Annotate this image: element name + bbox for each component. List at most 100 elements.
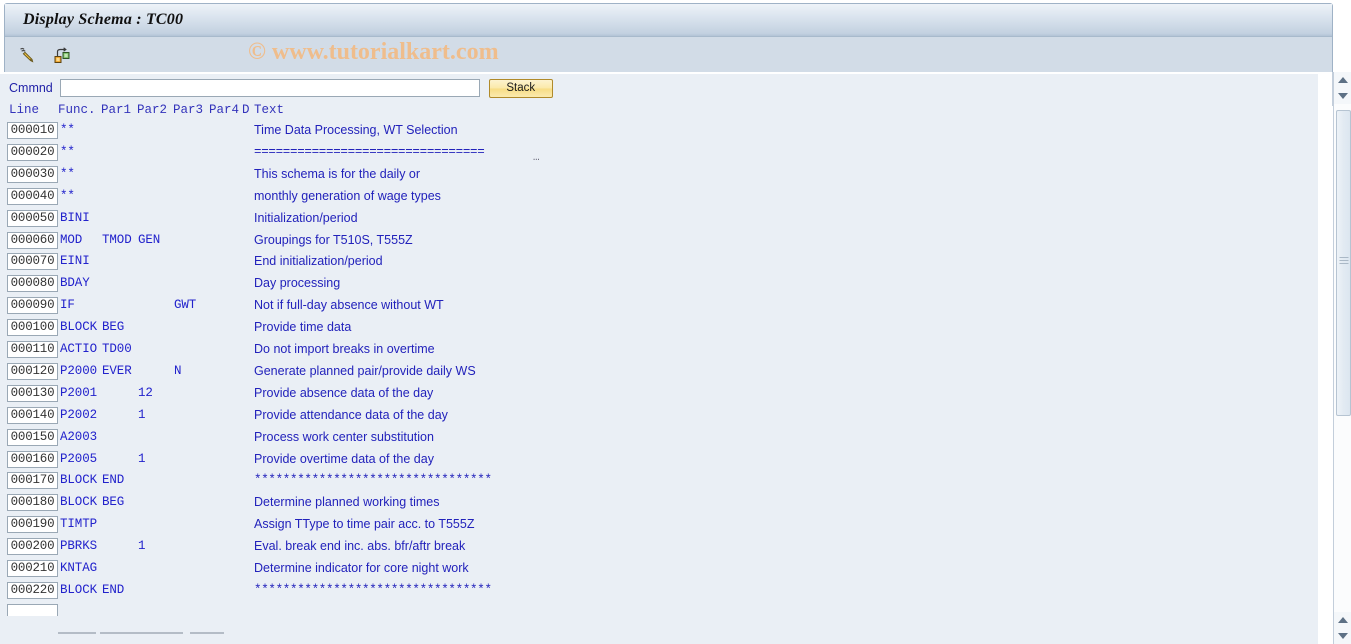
- bottom-widget-edge-1: [58, 632, 96, 634]
- stack-button[interactable]: Stack: [488, 78, 553, 98]
- line-number-field[interactable]: 000150: [7, 428, 58, 446]
- text-cell: Generate planned pair/provide daily WS: [254, 363, 476, 378]
- func-cell[interactable]: BDAY: [60, 276, 90, 290]
- table-row[interactable]: 000090 IF GWT Not if full-day absence witho…: [0, 296, 1318, 318]
- func-cell[interactable]: A2003: [60, 430, 97, 444]
- column-header-d: D: [242, 103, 250, 117]
- line-number-field[interactable]: 000160: [7, 450, 58, 468]
- text-cell: Time Data Processing, WT Selection: [254, 123, 458, 137]
- line-number-field[interactable]: 000140: [7, 406, 58, 424]
- table-row[interactable]: 000130 P2001 12 Provide absence data of the…: [0, 384, 1318, 406]
- par1-cell[interactable]: BEG: [102, 495, 124, 509]
- bottom-widget-edge-3: [190, 632, 224, 634]
- command-input[interactable]: [59, 79, 480, 97]
- func-cell[interactable]: BLOCK: [60, 583, 97, 597]
- par2-cell[interactable]: 12: [138, 386, 153, 400]
- func-cell[interactable]: P2000: [60, 364, 97, 378]
- line-number-field[interactable]: 000210: [7, 560, 58, 577]
- table-row[interactable]: 000030 ** This schema is for the daily or: [0, 165, 1318, 187]
- func-cell[interactable]: **: [60, 167, 75, 181]
- line-number-field[interactable]: 000070: [7, 253, 58, 271]
- func-cell[interactable]: BINI: [60, 211, 90, 225]
- func-cell[interactable]: ACTIO: [60, 342, 97, 356]
- func-cell[interactable]: BLOCK: [60, 495, 97, 509]
- table-row[interactable]: 000070 EINI End initialization/period: [0, 252, 1318, 274]
- line-number-field[interactable]: 000120: [7, 362, 58, 380]
- scroll-down-button-bottom[interactable]: [1334, 628, 1351, 644]
- text-cell: Provide time data: [254, 320, 352, 335]
- line-number-field[interactable]: 000040: [7, 187, 58, 205]
- table-row[interactable]: 000220 BLOCK END **************************…: [0, 581, 1318, 603]
- vertical-scrollbar-thumb[interactable]: [1336, 110, 1351, 416]
- table-row[interactable]: 000120 P2000 EVER N Generate planned pair/pr…: [0, 362, 1318, 384]
- func-cell[interactable]: MOD: [60, 233, 82, 247]
- line-number-field[interactable]: 000200: [7, 538, 58, 556]
- par2-cell[interactable]: GEN: [138, 233, 160, 247]
- table-row[interactable]: 000080 BDAY Day processing: [0, 274, 1318, 296]
- line-number-field[interactable]: 000170: [7, 472, 58, 490]
- line-number-field[interactable]: 000180: [7, 494, 58, 512]
- table-row[interactable]: 000010 ** Time Data Processing, WT Selecti…: [0, 121, 1318, 143]
- table-row[interactable]: 000160 P2005 1 Provide overtime data of the…: [0, 450, 1318, 472]
- par2-cell[interactable]: 1: [138, 452, 146, 466]
- scroll-up-button-bottom[interactable]: [1334, 612, 1351, 628]
- table-row[interactable]: 000140 P2002 1 Provide attendance data of t…: [0, 406, 1318, 428]
- func-cell[interactable]: PBRKS: [60, 539, 97, 553]
- line-number-field[interactable]: 000110: [7, 341, 58, 358]
- scroll-down-button[interactable]: [1334, 88, 1351, 104]
- func-cell[interactable]: **: [60, 145, 75, 159]
- table-row[interactable]: 000210 KNTAG Determine indicator for core …: [0, 559, 1318, 581]
- line-number-field[interactable]: 000060: [7, 231, 58, 249]
- table-row[interactable]: 000060 MOD TMOD GEN Groupings for T510S, T55…: [0, 231, 1318, 253]
- table-row[interactable]: 000150 A2003 Process work center substitut…: [0, 428, 1318, 450]
- schema-structure-button[interactable]: [49, 42, 75, 68]
- func-cell[interactable]: P2002: [60, 408, 97, 422]
- par1-cell[interactable]: TD00: [102, 342, 132, 356]
- table-row[interactable]: 000170 BLOCK END **************************…: [0, 471, 1318, 493]
- par1-cell[interactable]: EVER: [102, 364, 132, 378]
- line-number-field[interactable]: 000190: [7, 516, 58, 534]
- line-number-field[interactable]: 000220: [7, 581, 58, 599]
- table-column-headers: Line Func. Par1 Par2 Par3 Par4 D Text: [0, 102, 1318, 119]
- par1-cell[interactable]: END: [102, 583, 124, 597]
- text-cell: Not if full-day absence without WT: [254, 298, 444, 313]
- table-row[interactable]: 000040 ** monthly generation of wage types: [0, 187, 1318, 209]
- par2-cell[interactable]: 1: [138, 539, 146, 553]
- line-number-field[interactable]: 000030: [7, 165, 58, 183]
- window-titlebar: Display Schema : TC00: [5, 4, 1332, 37]
- func-cell[interactable]: P2001: [60, 386, 97, 400]
- line-number-field[interactable]: 000050: [7, 209, 58, 227]
- vertical-scrollbar[interactable]: [1333, 72, 1351, 644]
- line-number-field[interactable]: 000010: [7, 122, 58, 139]
- par3-cell[interactable]: GWT: [174, 298, 196, 312]
- line-number-field[interactable]: 000020: [7, 143, 58, 161]
- func-cell[interactable]: **: [60, 123, 75, 137]
- func-cell[interactable]: BLOCK: [60, 473, 97, 487]
- par1-cell[interactable]: END: [102, 473, 124, 487]
- par2-cell[interactable]: 1: [138, 408, 146, 422]
- table-row[interactable]: 000110 ACTIO TD00 Do not import breaks in o…: [0, 340, 1318, 362]
- line-number-field[interactable]: 000080: [7, 275, 58, 293]
- line-number-field[interactable]: 000100: [7, 319, 58, 337]
- table-row[interactable]: 000020 ** ================================…: [0, 143, 1318, 165]
- func-cell[interactable]: P2005: [60, 452, 97, 466]
- par1-cell[interactable]: TMOD: [102, 233, 132, 247]
- table-row[interactable]: 000200 PBRKS 1 Eval. break end inc. abs. bf…: [0, 537, 1318, 559]
- func-cell[interactable]: KNTAG: [60, 561, 97, 575]
- func-cell[interactable]: BLOCK: [60, 320, 97, 334]
- scroll-up-button[interactable]: [1334, 72, 1351, 88]
- table-row[interactable]: 000050 BINI Initialization/period: [0, 209, 1318, 231]
- line-number-field[interactable]: 000130: [7, 384, 58, 402]
- table-row[interactable]: 000180 BLOCK BEG Determine planned working …: [0, 493, 1318, 515]
- func-cell[interactable]: **: [60, 189, 75, 203]
- table-row[interactable]: 000190 TIMTP Assign TType to time pair acc…: [0, 515, 1318, 537]
- func-cell[interactable]: EINI: [60, 254, 90, 268]
- table-row[interactable]: 000100 BLOCK BEG Provide time data: [0, 318, 1318, 340]
- func-cell[interactable]: IF: [60, 298, 75, 312]
- next-line-number-box[interactable]: [7, 604, 58, 616]
- par3-cell[interactable]: N: [174, 364, 182, 378]
- func-cell[interactable]: TIMTP: [60, 517, 97, 531]
- line-number-field[interactable]: 000090: [7, 297, 58, 315]
- edit-schema-button[interactable]: [14, 42, 40, 68]
- par1-cell[interactable]: BEG: [102, 320, 124, 334]
